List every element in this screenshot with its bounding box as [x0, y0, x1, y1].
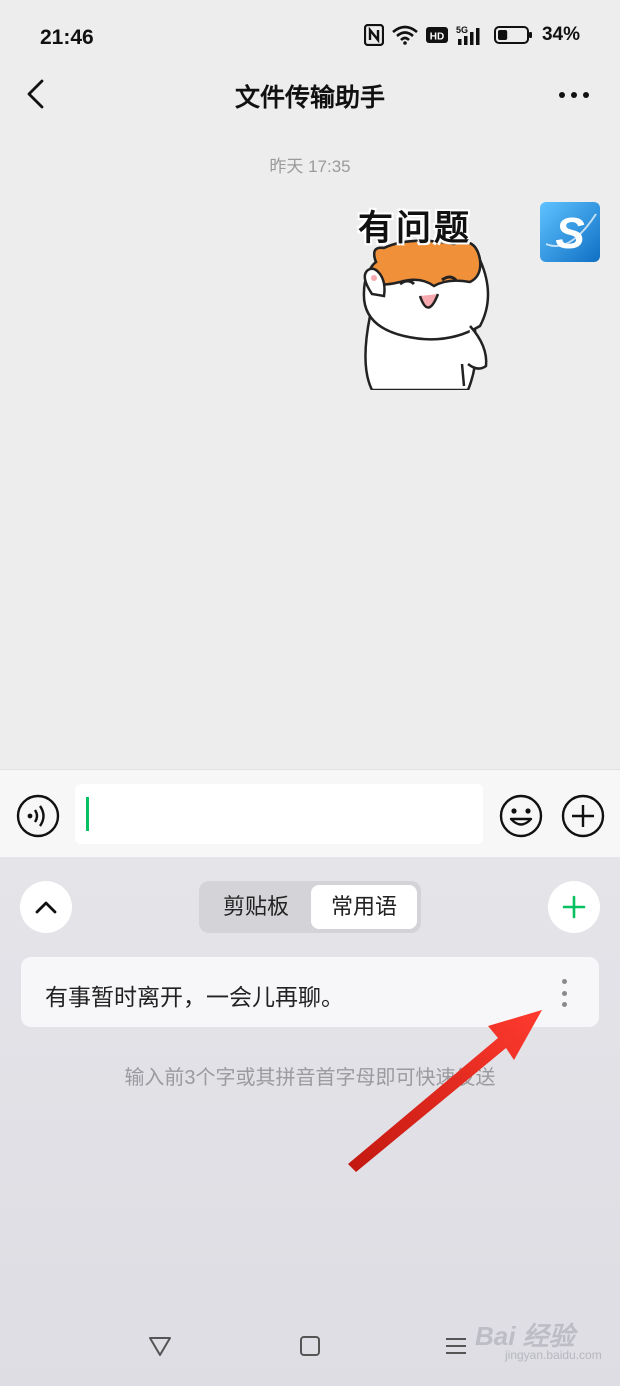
more-dots-icon [559, 92, 589, 98]
panel-tabs: 剪贴板 常用语 [199, 881, 421, 933]
back-triangle-icon [149, 1337, 171, 1356]
avatar-letter: S [555, 209, 584, 258]
home-square-icon [300, 1336, 320, 1356]
wifi-icon [392, 25, 418, 45]
input-bar [0, 769, 620, 858]
chat-header: 文件传输助手 [0, 60, 620, 130]
nav-back-button[interactable] [140, 1326, 180, 1366]
network-label: 5G [456, 25, 468, 35]
nav-recents-button[interactable] [436, 1326, 476, 1366]
message-input[interactable] [75, 784, 483, 844]
avatar[interactable]: S [540, 202, 600, 262]
nfc-icon [363, 24, 384, 46]
battery-percent: 34% [541, 24, 580, 45]
phrase-item[interactable]: 有事暂时离开，一会儿再聊。 [21, 957, 599, 1027]
tab-common-phrases[interactable]: 常用语 [311, 885, 417, 929]
phrase-text: 有事暂时离开，一会儿再聊。 [45, 984, 344, 1010]
hd-label: HD [430, 32, 444, 43]
battery-icon [493, 25, 534, 45]
battery-fill [497, 30, 508, 40]
add-phrase-button[interactable] [548, 881, 600, 933]
chat-area[interactable]: 昨天 17:35 有问题 S [0, 130, 620, 770]
voice-button[interactable] [16, 794, 60, 838]
more-button[interactable] [554, 80, 594, 110]
sticker-message[interactable]: 有问题 [350, 196, 502, 390]
chevron-up-icon [35, 901, 57, 914]
page-title: 文件传输助手 [234, 84, 385, 112]
baidu-jingyan-watermark: Bai 经验 jingyan.baidu.com [475, 1312, 615, 1372]
emoji-button[interactable] [499, 794, 543, 838]
5g-signal-icon: 5G [456, 24, 486, 46]
voice-icon [16, 794, 60, 838]
phrase-panel: 剪贴板 常用语 有事暂时离开，一会儿再聊。 输入前3个字或其拼音首字母即可快速发… [0, 857, 620, 1386]
hd-icon: HD [425, 26, 448, 44]
phrase-menu-button[interactable] [551, 977, 577, 1009]
avatar-logo-icon: S [540, 202, 600, 262]
plus-icon [562, 895, 586, 919]
tab-clipboard[interactable]: 剪贴板 [205, 885, 307, 929]
phrase-hint: 输入前3个字或其拼音首字母即可快速发送 [124, 1067, 496, 1089]
sticker-caption: 有问题 [358, 209, 473, 248]
emoji-icon [499, 794, 543, 838]
recents-menu-icon [446, 1338, 466, 1354]
text-cursor [86, 797, 89, 831]
watermark-url: jingyan.baidu.com [505, 1348, 602, 1362]
plus-circle-icon [561, 794, 605, 838]
vertical-dots-icon [561, 979, 567, 984]
message-timestamp: 昨天 17:35 [269, 157, 351, 176]
status-icons: HD 5G 34% [363, 24, 580, 46]
status-time: 21:46 [40, 26, 94, 49]
collapse-button[interactable] [20, 881, 72, 933]
nav-home-button[interactable] [290, 1326, 330, 1366]
more-functions-button[interactable] [561, 794, 605, 838]
